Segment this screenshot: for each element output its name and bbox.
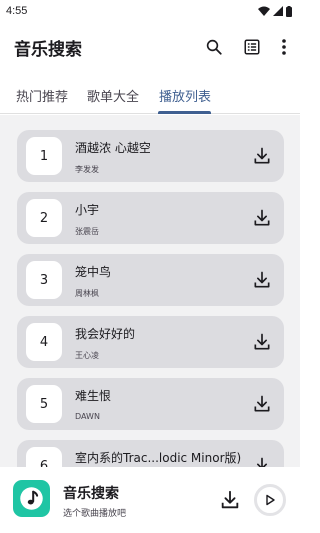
player-title: 音乐搜索 bbox=[63, 486, 119, 502]
song-artist: 李发发 bbox=[75, 165, 99, 174]
search-button[interactable] bbox=[198, 33, 230, 61]
wifi-icon bbox=[258, 6, 270, 16]
song-number: 5 bbox=[26, 385, 62, 423]
song-number: 4 bbox=[26, 323, 62, 361]
tab-play-queue[interactable]: 播放列表 bbox=[159, 86, 211, 105]
signal-icon bbox=[273, 6, 283, 16]
tab-bar: 热门推荐 歌单大全 播放列表 bbox=[0, 78, 300, 114]
status-bar: 4:55 bbox=[0, 0, 300, 22]
song-artist: 周林枫 bbox=[75, 289, 99, 298]
download-icon[interactable] bbox=[219, 489, 241, 511]
mini-player[interactable]: 音乐搜索 选个歌曲播放吧 bbox=[0, 467, 300, 533]
download-icon[interactable] bbox=[252, 394, 272, 414]
song-title: 我会好好的 bbox=[75, 327, 136, 341]
song-number: 1 bbox=[26, 137, 62, 175]
player-subtitle: 选个歌曲播放吧 bbox=[63, 509, 127, 519]
song-list-item[interactable]: 3 笼中鸟 周林枫 bbox=[17, 254, 284, 306]
song-artist: 张震岳 bbox=[75, 227, 99, 236]
status-icons bbox=[258, 5, 292, 17]
song-number: 2 bbox=[26, 199, 62, 237]
download-icon[interactable] bbox=[252, 332, 272, 352]
app-title: 音乐搜索 bbox=[14, 40, 82, 60]
play-button[interactable] bbox=[254, 484, 286, 516]
song-list-item[interactable]: 4 我会好好的 王心凌 bbox=[17, 316, 284, 368]
song-title: 难生恨 bbox=[75, 389, 112, 403]
app-actions bbox=[192, 33, 294, 61]
app-bar: 音乐搜索 bbox=[0, 22, 300, 72]
song-artist: 王心凌 bbox=[75, 351, 99, 360]
search-icon bbox=[206, 39, 222, 55]
more-options-button[interactable] bbox=[274, 33, 294, 61]
app-logo bbox=[13, 480, 50, 517]
tab-playlists[interactable]: 歌单大全 bbox=[87, 86, 139, 105]
battery-icon bbox=[286, 5, 292, 17]
list-view-button[interactable] bbox=[236, 33, 268, 61]
download-icon[interactable] bbox=[252, 270, 272, 290]
song-number: 6 bbox=[26, 447, 62, 467]
download-icon[interactable] bbox=[252, 208, 272, 228]
more-vert-icon bbox=[282, 39, 286, 55]
song-list-item[interactable]: 2 小宇 张震岳 bbox=[17, 192, 284, 244]
song-title: 室内系的Trac...lodic Minor版) bbox=[75, 451, 242, 465]
music-note-icon bbox=[20, 487, 43, 510]
play-icon bbox=[266, 494, 275, 506]
song-title: 小宇 bbox=[75, 203, 100, 217]
tab-indicator bbox=[158, 111, 211, 114]
song-list[interactable]: 1 酒越浓 心越空 李发发 2 小宇 张震岳 3 笼中鸟 周林枫 4 我会好好的… bbox=[0, 115, 300, 467]
tab-hot-recommend[interactable]: 热门推荐 bbox=[16, 86, 68, 105]
list-icon bbox=[244, 39, 260, 55]
song-title: 笼中鸟 bbox=[75, 265, 112, 279]
download-icon[interactable] bbox=[252, 146, 272, 166]
song-list-item[interactable]: 6 室内系的Trac...lodic Minor版) bbox=[17, 440, 284, 467]
status-time: 4:55 bbox=[6, 5, 28, 17]
song-list-item[interactable]: 5 难生恨 DAWN bbox=[17, 378, 284, 430]
song-list-item[interactable]: 1 酒越浓 心越空 李发发 bbox=[17, 130, 284, 182]
song-artist: DAWN bbox=[75, 412, 100, 421]
song-title: 酒越浓 心越空 bbox=[75, 141, 151, 155]
download-icon[interactable] bbox=[252, 456, 272, 467]
song-number: 3 bbox=[26, 261, 62, 299]
